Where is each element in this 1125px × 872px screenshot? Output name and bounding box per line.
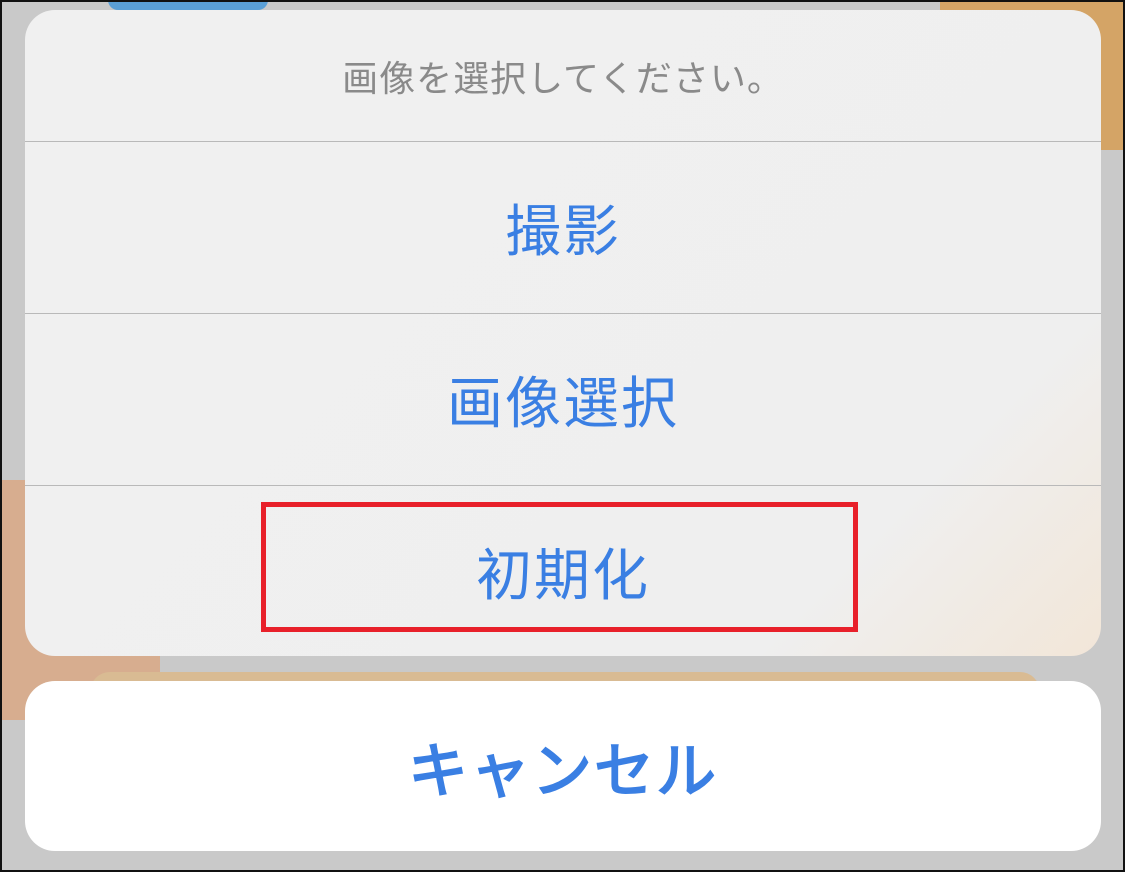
background-blue-element [108, 0, 268, 10]
take-photo-option[interactable]: 撮影 [25, 141, 1101, 313]
reset-option[interactable]: 初期化 [25, 485, 1101, 656]
cancel-button[interactable]: キャンセル [25, 681, 1101, 851]
action-sheet: 画像を選択してください。 撮影 画像選択 初期化 [25, 10, 1101, 656]
select-image-option[interactable]: 画像選択 [25, 313, 1101, 485]
action-sheet-title: 画像を選択してください。 [342, 58, 784, 100]
